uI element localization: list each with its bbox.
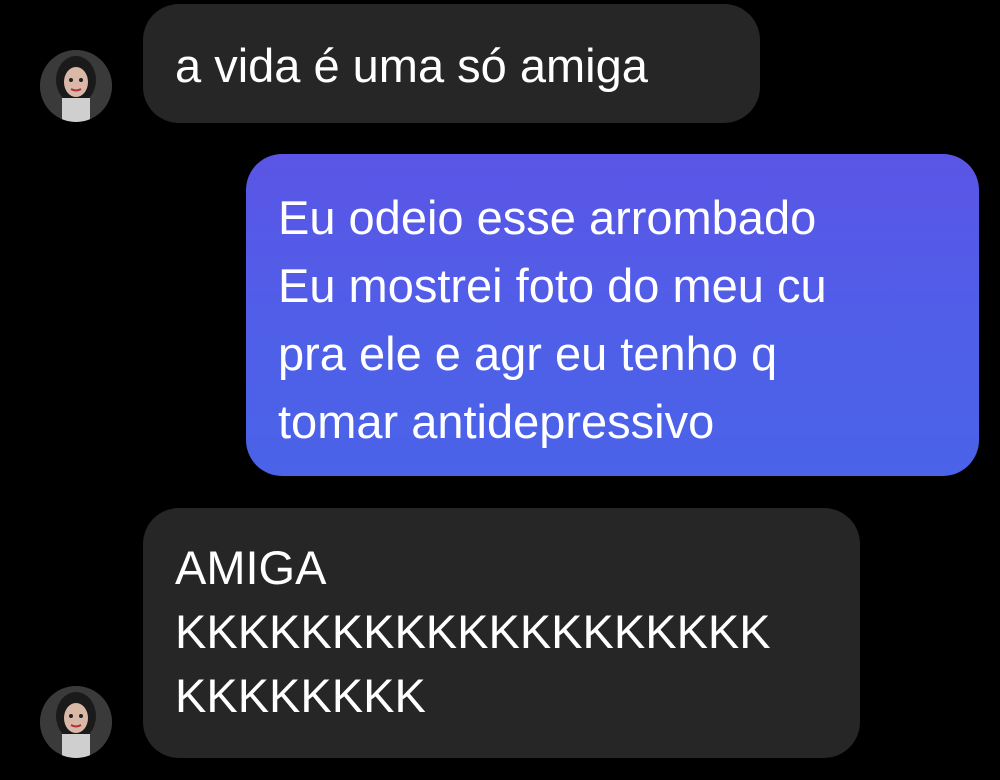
contact-avatar-icon[interactable]: [40, 50, 112, 122]
message-text: Eu mostrei foto do meu cu: [278, 259, 827, 312]
message-text: KKKKKKKKKKKKKKKKKKK: [175, 605, 771, 658]
incoming-message-bubble[interactable]: a vida é uma só amiga: [143, 4, 760, 123]
message-text: tomar antidepressivo: [278, 395, 715, 448]
message-text: AMIGA: [175, 541, 327, 594]
message-text: KKKKKKKK: [175, 669, 426, 722]
contact-avatar-icon[interactable]: [40, 686, 112, 758]
message-text: pra ele e agr eu tenho q: [278, 327, 778, 380]
message-text: Eu odeio esse arrombado: [278, 191, 817, 244]
incoming-message-bubble[interactable]: AMIGA KKKKKKKKKKKKKKKKKKK KKKKKKKK: [143, 508, 860, 758]
message-text: a vida é uma só amiga: [175, 39, 648, 92]
outgoing-message-bubble[interactable]: Eu odeio esse arrombado Eu mostrei foto …: [246, 154, 979, 476]
